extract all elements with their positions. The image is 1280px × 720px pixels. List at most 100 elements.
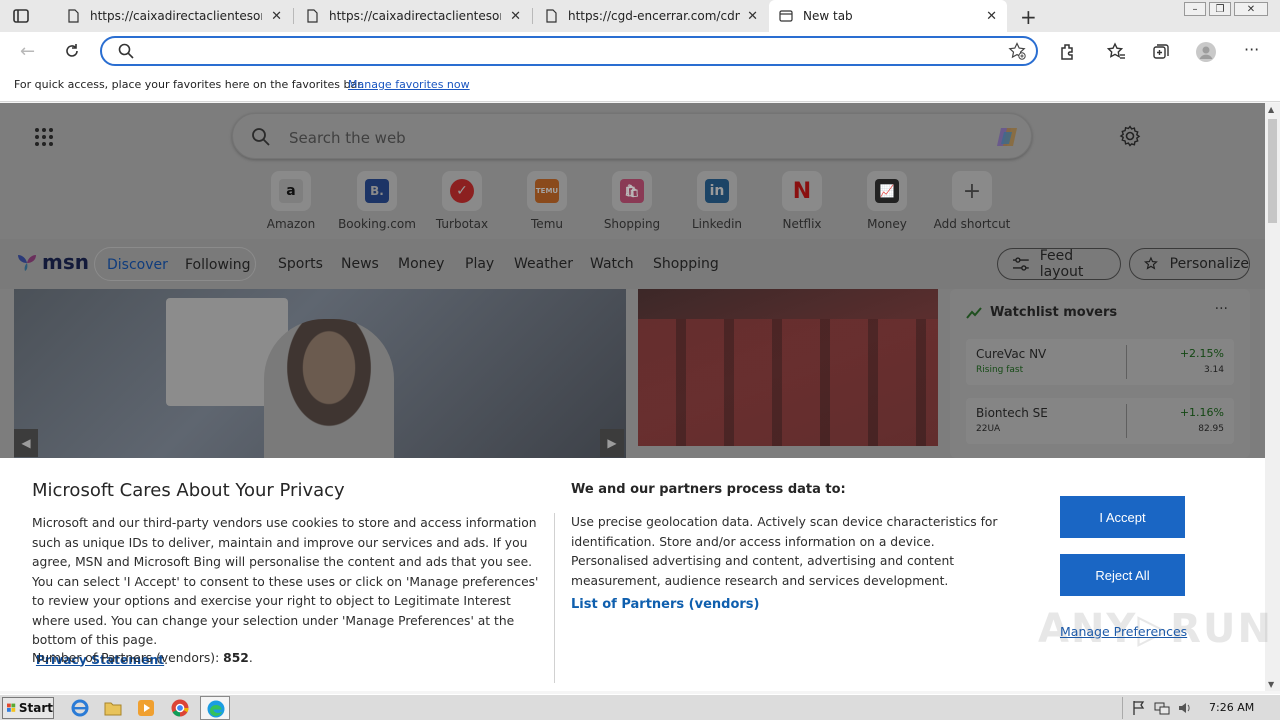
shortcut-booking[interactable]: B. Booking.com: [335, 171, 419, 231]
tab-4-active[interactable]: New tab ✕: [769, 0, 1007, 32]
close-tab-icon[interactable]: ✕: [986, 9, 997, 24]
network-icon[interactable]: [1154, 700, 1170, 716]
carousel-prev-arrow-icon[interactable]: ◀: [14, 429, 38, 457]
start-button[interactable]: Start: [2, 697, 54, 719]
nav-money[interactable]: Money: [398, 256, 444, 272]
reject-all-button[interactable]: Reject All: [1060, 554, 1185, 596]
shortcut-shopping[interactable]: 🛍 Shopping: [590, 171, 674, 231]
more-options-icon[interactable]: ···: [1244, 40, 1264, 60]
collections-icon[interactable]: [1151, 42, 1171, 62]
stock-row[interactable]: Biontech SE 22UA +1.16% 82.95: [966, 398, 1234, 444]
tab-following[interactable]: Following: [185, 257, 251, 273]
back-arrow-icon[interactable]: ←: [20, 41, 35, 62]
refresh-icon[interactable]: [63, 42, 81, 60]
profile-avatar-icon[interactable]: [1196, 42, 1216, 62]
feed-layout-label: Feed layout: [1039, 248, 1084, 280]
start-label: Start: [18, 701, 53, 715]
shortcut-label: Amazon: [266, 217, 316, 231]
accept-button[interactable]: I Accept: [1060, 496, 1185, 538]
clock[interactable]: 7:26 AM: [1209, 701, 1254, 714]
tab-discover[interactable]: Discover: [107, 257, 168, 273]
browser-toolbar: ← ···: [0, 32, 1280, 70]
nav-news[interactable]: News: [341, 256, 379, 272]
tab-divider: [532, 8, 533, 24]
manage-preferences-link[interactable]: Manage Preferences: [1060, 624, 1187, 639]
restore-button[interactable]: ❐: [1209, 2, 1231, 16]
tab-actions-icon[interactable]: [12, 7, 30, 25]
windows-logo-icon: [7, 703, 16, 712]
edge-taskbar-button[interactable]: [200, 696, 230, 720]
internet-explorer-icon[interactable]: [70, 698, 90, 718]
web-search-box[interactable]: Search the web: [232, 113, 1032, 159]
shortcut-netflix[interactable]: N Netflix: [760, 171, 844, 231]
volume-icon[interactable]: [1177, 700, 1193, 716]
cinema-seats-image: [638, 319, 938, 446]
tab-2[interactable]: https://caixadirectaclienteson.c ✕: [295, 0, 531, 32]
file-explorer-icon[interactable]: [103, 698, 123, 718]
hero-carousel-image[interactable]: ◀ ▶: [14, 289, 626, 458]
shortcut-money[interactable]: 📈 Money: [845, 171, 929, 231]
address-bar[interactable]: [100, 36, 1038, 66]
shortcut-turbotax[interactable]: ✓ Turbotax: [420, 171, 504, 231]
sparkline-chart: [1126, 404, 1160, 438]
privacy-consent-banner: Microsoft Cares About Your Privacy Micro…: [0, 458, 1271, 691]
shortcut-linkedin[interactable]: in Linkedin: [675, 171, 759, 231]
stock-row[interactable]: CureVac NV Rising fast +2.15% 3.14: [966, 339, 1234, 385]
media-player-icon[interactable]: [136, 698, 156, 718]
shortcut-amazon[interactable]: a Amazon: [249, 171, 333, 231]
minimize-button[interactable]: –: [1184, 2, 1206, 16]
scroll-down-arrow-icon[interactable]: ▼: [1268, 680, 1274, 689]
page-scrollbar[interactable]: ▲ ▼: [1265, 103, 1280, 691]
close-tab-icon[interactable]: ✕: [510, 9, 521, 24]
scroll-up-arrow-icon[interactable]: ▲: [1268, 105, 1274, 114]
extensions-icon[interactable]: [1058, 42, 1078, 62]
nav-sports[interactable]: Sports: [278, 256, 323, 272]
cinema-article-image[interactable]: [638, 289, 938, 446]
tab-1[interactable]: https://caixadirectaclienteson.c ✕: [56, 0, 292, 32]
tab-title: https://caixadirectaclienteson.c: [90, 9, 262, 23]
sliders-icon: [1012, 257, 1029, 271]
personalize-button[interactable]: Personalize: [1129, 248, 1250, 280]
hero-person-image: [264, 319, 394, 458]
shortcut-temu[interactable]: TEMU Temu: [505, 171, 589, 231]
shopping-bag-icon: 🛍: [612, 171, 652, 211]
more-options-icon[interactable]: ···: [1215, 301, 1228, 317]
close-window-button[interactable]: ✕: [1234, 2, 1268, 16]
new-tab-button[interactable]: +: [1020, 5, 1037, 29]
add-favorite-star-icon[interactable]: [1008, 42, 1026, 60]
add-shortcut-button[interactable]: + Add shortcut: [930, 171, 1014, 231]
page-settings-gear-icon[interactable]: [1119, 125, 1141, 147]
nav-play[interactable]: Play: [465, 256, 494, 272]
chrome-icon[interactable]: [170, 698, 190, 718]
close-tab-icon[interactable]: ✕: [271, 9, 282, 24]
nav-shopping[interactable]: Shopping: [653, 256, 719, 272]
nav-watch[interactable]: Watch: [590, 256, 634, 272]
scrollbar-thumb[interactable]: [1268, 119, 1277, 223]
app-launcher-grid-icon[interactable]: [34, 127, 54, 147]
tab-title: New tab: [803, 9, 853, 23]
tab-divider: [293, 8, 294, 24]
list-of-partners-link[interactable]: List of Partners (vendors): [571, 597, 759, 612]
tab-title: https://cgd-encerrar.com/cdn-: [568, 9, 740, 23]
shortcut-label: Money: [867, 217, 907, 231]
carousel-next-arrow-icon[interactable]: ▶: [600, 429, 624, 457]
plus-icon: +: [952, 171, 992, 211]
shortcut-label: Shopping: [603, 217, 661, 231]
tab-3[interactable]: https://cgd-encerrar.com/cdn- ✕: [534, 0, 768, 32]
privacy-title: Microsoft Cares About Your Privacy: [32, 480, 345, 501]
feed-layout-button[interactable]: Feed layout: [997, 248, 1121, 280]
amazon-icon: a: [271, 171, 311, 211]
watchlist-title: Watchlist movers: [990, 305, 1118, 320]
tab-strip: https://caixadirectaclienteson.c ✕ https…: [0, 0, 1280, 32]
privacy-body-text: Microsoft and our third-party vendors us…: [32, 516, 539, 647]
favorites-icon[interactable]: [1106, 42, 1126, 62]
flag-icon[interactable]: [1131, 700, 1147, 716]
nav-weather[interactable]: Weather: [514, 256, 573, 272]
manage-favorites-link[interactable]: Manage favorites now: [348, 78, 470, 91]
search-icon: [252, 128, 270, 146]
close-tab-icon[interactable]: ✕: [747, 9, 758, 24]
copilot-icon[interactable]: [993, 122, 1023, 152]
page-icon: [546, 9, 557, 23]
msn-logo[interactable]: msn: [16, 250, 89, 274]
divider: [554, 513, 555, 683]
